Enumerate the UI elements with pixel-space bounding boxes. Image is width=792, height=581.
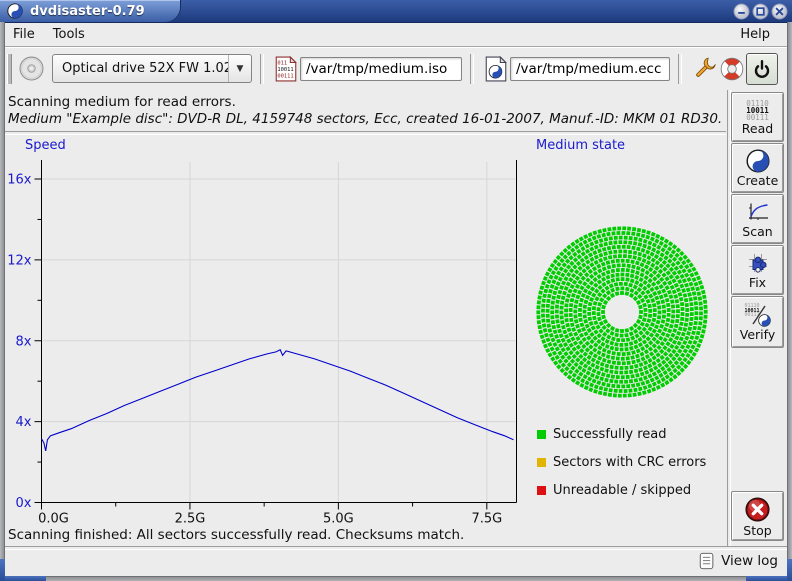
help-button[interactable] <box>718 55 746 83</box>
legend-item: Unreadable / skipped <box>537 481 706 500</box>
maximize-button[interactable] <box>752 3 769 20</box>
svg-text:0x: 0x <box>16 496 32 511</box>
toolbar-separator <box>678 54 682 84</box>
minimize-button[interactable] <box>733 3 750 20</box>
titlebar-tab[interactable]: dvdisaster-0.79 <box>0 0 180 22</box>
separator <box>4 546 788 550</box>
legend-item: Sectors with CRC errors <box>537 453 706 472</box>
toolbar-separator <box>260 54 264 84</box>
view-log-label: View log <box>721 553 778 569</box>
stop-icon <box>744 496 771 523</box>
verify-button-label: Verify <box>740 328 775 341</box>
menu-tools[interactable]: Tools <box>44 25 94 44</box>
yin-yang-icon <box>746 149 770 173</box>
wrench-icon <box>691 56 717 82</box>
svg-text:5.0G: 5.0G <box>323 512 354 527</box>
menu-help[interactable]: Help <box>731 25 779 44</box>
legend-label: Sectors with CRC errors <box>553 455 706 470</box>
scan-button[interactable]: Scan <box>731 194 784 244</box>
iso-path-input[interactable] <box>300 57 462 81</box>
legend-swatch <box>537 458 546 467</box>
legend-swatch <box>537 486 546 495</box>
legend-label: Unreadable / skipped <box>553 483 691 498</box>
puzzle-icon <box>746 251 770 275</box>
read-button[interactable]: 01110 10011 00111 Read <box>731 92 784 142</box>
medium-info-line: Medium "Example disc": DVD-R DL, 4159748… <box>8 111 722 127</box>
window-frame-right <box>787 22 792 581</box>
svg-text:8x: 8x <box>16 334 32 349</box>
svg-text:4x: 4x <box>16 415 32 430</box>
preferences-button[interactable] <box>690 55 718 83</box>
resize-grip-bottom-left[interactable] <box>0 576 46 581</box>
ecc-path-input[interactable] <box>510 57 670 81</box>
ecc-file-icon <box>485 56 507 82</box>
stop-button[interactable]: Stop <box>731 491 784 541</box>
window-controls <box>733 3 788 20</box>
drive-selector-dropdown[interactable]: Optical drive 52X FW 1.02 ▼ <box>52 54 252 83</box>
stop-button-label: Stop <box>743 524 771 537</box>
close-button[interactable] <box>771 3 788 20</box>
medium-state-legend: Successfully read Sectors with CRC errors… <box>537 425 706 500</box>
svg-text:0.0G: 0.0G <box>38 512 69 527</box>
create-button[interactable]: Create <box>731 143 784 193</box>
chevron-down-icon: ▼ <box>228 55 251 82</box>
app-logo-icon <box>7 3 23 19</box>
app-window: dvdisaster-0.79 File Tools Help <box>0 0 792 581</box>
lifesaver-icon <box>719 56 745 82</box>
legend-item: Successfully read <box>537 425 706 444</box>
quit-button[interactable] <box>746 53 778 85</box>
iso-file-icon <box>275 56 297 82</box>
resize-grip-bottom-right[interactable] <box>746 576 792 581</box>
resize-grip-bottom-right[interactable] <box>787 559 792 581</box>
action-status-line: Scanning medium for read errors. <box>8 94 236 110</box>
legend-swatch <box>537 430 546 439</box>
legend-label: Successfully read <box>553 427 666 442</box>
power-icon <box>750 57 774 81</box>
view-log-button[interactable]: View log <box>698 550 778 572</box>
window-frame-bottom <box>0 576 792 581</box>
scan-button-label: Scan <box>742 225 772 238</box>
toolbar: Optical drive 52X FW 1.02 ▼ <box>4 47 788 90</box>
speed-chart: 0x 4x 8x 12x 16x 0.0G 2.5G 5.0G 7.5G <box>6 135 526 527</box>
menubar: File Tools Help <box>4 23 788 47</box>
log-list-icon <box>698 552 716 570</box>
create-button-label: Create <box>737 174 779 187</box>
window-title: dvdisaster-0.79 <box>30 4 145 19</box>
read-button-label: Read <box>742 122 773 135</box>
verify-icon: 01110 10011 00111 <box>745 303 771 327</box>
svg-text:12x: 12x <box>7 253 32 268</box>
scan-plot-icon <box>746 200 770 224</box>
menu-file[interactable]: File <box>4 25 44 44</box>
drive-selector-value: Optical drive 52X FW 1.02 <box>53 61 228 76</box>
resize-grip-bottom-left[interactable] <box>0 559 5 581</box>
fix-button[interactable]: Fix <box>731 245 784 295</box>
titlebar[interactable]: dvdisaster-0.79 <box>0 0 792 23</box>
window-frame-left <box>0 22 5 581</box>
medium-state-disc <box>530 150 728 405</box>
read-icon: 01110 10011 00111 <box>746 100 769 121</box>
result-status-line: Scanning finished: All sectors successfu… <box>8 527 464 543</box>
toolbar-grip[interactable] <box>7 54 12 84</box>
toolbar-separator <box>470 54 474 84</box>
optical-drive-icon <box>19 56 44 81</box>
verify-button[interactable]: 01110 10011 00111 Verify <box>731 296 784 348</box>
svg-text:7.5G: 7.5G <box>471 512 502 527</box>
fix-button-label: Fix <box>749 276 766 289</box>
svg-text:2.5G: 2.5G <box>175 512 206 527</box>
svg-text:16x: 16x <box>7 173 32 188</box>
